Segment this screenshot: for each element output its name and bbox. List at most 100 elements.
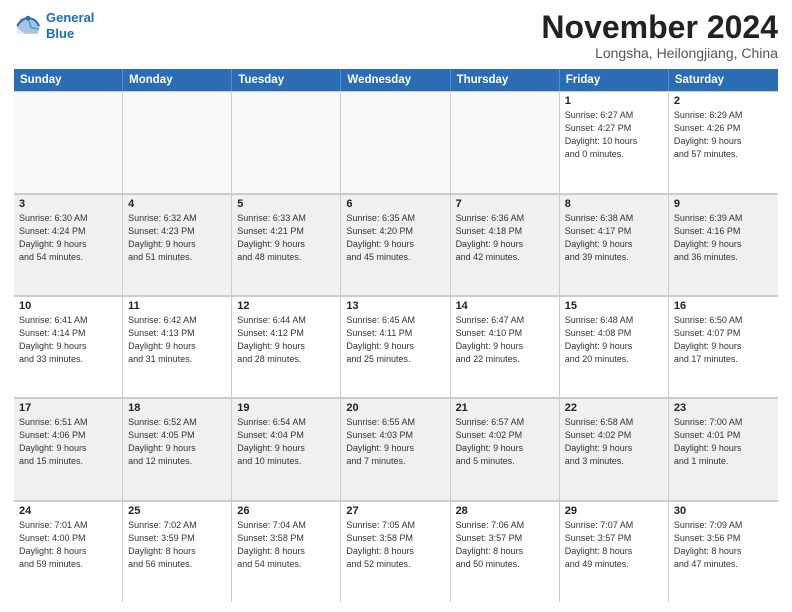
calendar-week-4: 17 Sunrise: 6:51 AM Sunset: 4:06 PM Dayli… [14,398,778,500]
day-info: Sunrise: 6:27 AM Sunset: 4:27 PM Dayligh… [565,109,663,161]
day-info: Sunrise: 6:47 AM Sunset: 4:10 PM Dayligh… [456,314,554,366]
calendar-cell: 27 Sunrise: 7:05 AM Sunset: 3:58 PM Dayli… [341,501,450,602]
day-info: Sunrise: 7:05 AM Sunset: 3:58 PM Dayligh… [346,519,444,571]
logo-line1: General [46,10,94,25]
calendar-header: Sunday Monday Tuesday Wednesday Thursday… [14,69,778,91]
day-number: 13 [346,300,444,312]
day-number: 10 [19,300,117,312]
calendar-cell: 5 Sunrise: 6:33 AM Sunset: 4:21 PM Daylig… [232,194,341,295]
day-number: 20 [346,402,444,414]
day-number: 28 [456,505,554,517]
day-info: Sunrise: 6:55 AM Sunset: 4:03 PM Dayligh… [346,416,444,468]
calendar-body: 1Sunrise: 6:27 AM Sunset: 4:27 PM Daylig… [14,91,778,602]
calendar-cell: 8Sunrise: 6:38 AM Sunset: 4:17 PM Daylig… [560,194,669,295]
calendar-cell: 26 Sunrise: 7:04 AM Sunset: 3:58 PM Dayli… [232,501,341,602]
calendar-cell: 15Sunrise: 6:48 AM Sunset: 4:08 PM Dayli… [560,296,669,397]
header-friday: Friday [560,69,669,91]
day-info: Sunrise: 6:36 AM Sunset: 4:18 PM Dayligh… [456,212,554,264]
calendar-cell: 23Sunrise: 7:00 AM Sunset: 4:01 PM Dayli… [669,398,778,499]
day-info: Sunrise: 6:29 AM Sunset: 4:26 PM Dayligh… [674,109,773,161]
day-number: 24 [19,505,117,517]
day-info: Sunrise: 7:01 AM Sunset: 4:00 PM Dayligh… [19,519,117,571]
day-number: 27 [346,505,444,517]
calendar-cell: 12 Sunrise: 6:44 AM Sunset: 4:12 PM Dayli… [232,296,341,397]
calendar-cell: 20 Sunrise: 6:55 AM Sunset: 4:03 PM Dayli… [341,398,450,499]
calendar-week-1: 1Sunrise: 6:27 AM Sunset: 4:27 PM Daylig… [14,91,778,193]
day-info: Sunrise: 6:39 AM Sunset: 4:16 PM Dayligh… [674,212,773,264]
calendar-cell: 17 Sunrise: 6:51 AM Sunset: 4:06 PM Dayli… [14,398,123,499]
calendar-cell: 18Sunrise: 6:52 AM Sunset: 4:05 PM Dayli… [123,398,232,499]
calendar-cell: 24 Sunrise: 7:01 AM Sunset: 4:00 PM Dayli… [14,501,123,602]
day-info: Sunrise: 6:42 AM Sunset: 4:13 PM Dayligh… [128,314,226,366]
calendar-cell: 10 Sunrise: 6:41 AM Sunset: 4:14 PM Dayli… [14,296,123,397]
month-title: November 2024 [541,10,778,45]
header-saturday: Saturday [669,69,778,91]
calendar-cell [341,91,450,192]
day-info: Sunrise: 6:45 AM Sunset: 4:11 PM Dayligh… [346,314,444,366]
day-info: Sunrise: 6:51 AM Sunset: 4:06 PM Dayligh… [19,416,117,468]
day-info: Sunrise: 7:00 AM Sunset: 4:01 PM Dayligh… [674,416,773,468]
day-number: 21 [456,402,554,414]
calendar-cell: 3 Sunrise: 6:30 AM Sunset: 4:24 PM Daylig… [14,194,123,295]
day-number: 26 [237,505,335,517]
calendar-cell: 30Sunrise: 7:09 AM Sunset: 3:56 PM Dayli… [669,501,778,602]
calendar-cell: 1Sunrise: 6:27 AM Sunset: 4:27 PM Daylig… [560,91,669,192]
calendar-week-2: 3 Sunrise: 6:30 AM Sunset: 4:24 PM Daylig… [14,194,778,296]
day-number: 29 [565,505,663,517]
day-info: Sunrise: 6:50 AM Sunset: 4:07 PM Dayligh… [674,314,773,366]
calendar-cell [232,91,341,192]
day-info: Sunrise: 6:58 AM Sunset: 4:02 PM Dayligh… [565,416,663,468]
calendar-week-5: 24 Sunrise: 7:01 AM Sunset: 4:00 PM Dayli… [14,501,778,602]
calendar-cell: 22 Sunrise: 6:58 AM Sunset: 4:02 PM Dayli… [560,398,669,499]
day-info: Sunrise: 7:09 AM Sunset: 3:56 PM Dayligh… [674,519,773,571]
calendar-cell: 14Sunrise: 6:47 AM Sunset: 4:10 PM Dayli… [451,296,560,397]
day-number: 3 [19,198,117,210]
day-info: Sunrise: 6:54 AM Sunset: 4:04 PM Dayligh… [237,416,335,468]
day-info: Sunrise: 6:32 AM Sunset: 4:23 PM Dayligh… [128,212,226,264]
day-info: Sunrise: 6:44 AM Sunset: 4:12 PM Dayligh… [237,314,335,366]
day-number: 25 [128,505,226,517]
day-info: Sunrise: 6:41 AM Sunset: 4:14 PM Dayligh… [19,314,117,366]
day-number: 11 [128,300,226,312]
header: General Blue November 2024 Longsha, Heil… [14,10,778,61]
day-number: 18 [128,402,226,414]
page: General Blue November 2024 Longsha, Heil… [0,0,792,612]
day-number: 4 [128,198,226,210]
calendar-cell: 6 Sunrise: 6:35 AM Sunset: 4:20 PM Daylig… [341,194,450,295]
day-number: 8 [565,198,663,210]
title-block: November 2024 Longsha, Heilongjiang, Chi… [541,10,778,61]
calendar-cell [14,91,123,192]
day-number: 5 [237,198,335,210]
day-number: 17 [19,402,117,414]
header-sunday: Sunday [14,69,123,91]
calendar-cell: 13 Sunrise: 6:45 AM Sunset: 4:11 PM Dayli… [341,296,450,397]
day-info: Sunrise: 6:35 AM Sunset: 4:20 PM Dayligh… [346,212,444,264]
logo-icon [14,12,42,40]
calendar-week-3: 10 Sunrise: 6:41 AM Sunset: 4:14 PM Dayli… [14,296,778,398]
calendar-cell: 29Sunrise: 7:07 AM Sunset: 3:57 PM Dayli… [560,501,669,602]
day-number: 9 [674,198,773,210]
calendar-cell: 11 Sunrise: 6:42 AM Sunset: 4:13 PM Dayli… [123,296,232,397]
header-thursday: Thursday [451,69,560,91]
calendar-cell: 28Sunrise: 7:06 AM Sunset: 3:57 PM Dayli… [451,501,560,602]
day-info: Sunrise: 6:57 AM Sunset: 4:02 PM Dayligh… [456,416,554,468]
day-number: 12 [237,300,335,312]
header-wednesday: Wednesday [341,69,450,91]
day-info: Sunrise: 6:33 AM Sunset: 4:21 PM Dayligh… [237,212,335,264]
calendar-cell: 2 Sunrise: 6:29 AM Sunset: 4:26 PM Daylig… [669,91,778,192]
day-info: Sunrise: 7:04 AM Sunset: 3:58 PM Dayligh… [237,519,335,571]
day-number: 6 [346,198,444,210]
day-number: 16 [674,300,773,312]
day-info: Sunrise: 6:30 AM Sunset: 4:24 PM Dayligh… [19,212,117,264]
header-tuesday: Tuesday [232,69,341,91]
calendar-cell: 16 Sunrise: 6:50 AM Sunset: 4:07 PM Dayli… [669,296,778,397]
calendar-cell: 4 Sunrise: 6:32 AM Sunset: 4:23 PM Daylig… [123,194,232,295]
day-number: 15 [565,300,663,312]
location-subtitle: Longsha, Heilongjiang, China [541,45,778,61]
day-number: 2 [674,95,773,107]
calendar-cell: 7Sunrise: 6:36 AM Sunset: 4:18 PM Daylig… [451,194,560,295]
calendar-cell: 9 Sunrise: 6:39 AM Sunset: 4:16 PM Daylig… [669,194,778,295]
header-monday: Monday [123,69,232,91]
calendar-cell: 25Sunrise: 7:02 AM Sunset: 3:59 PM Dayli… [123,501,232,602]
day-number: 22 [565,402,663,414]
